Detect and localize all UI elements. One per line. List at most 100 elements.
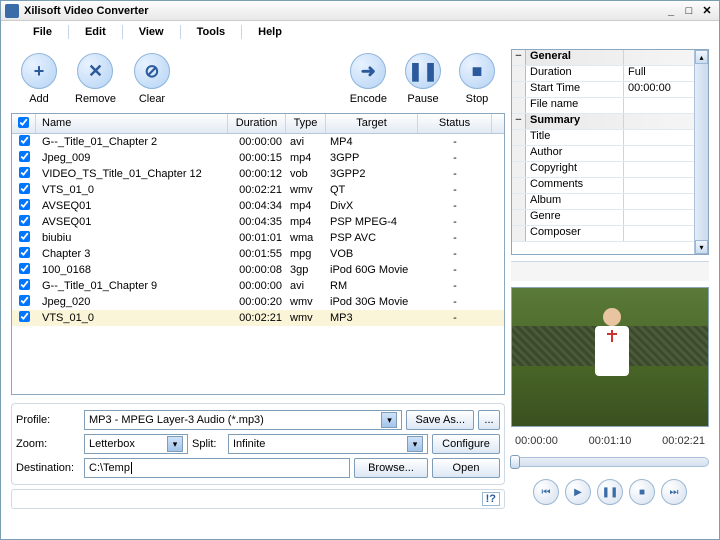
collapse-icon[interactable]: −	[512, 50, 526, 65]
table-row[interactable]: Jpeg_009 00:00:15 mp4 3GPP -	[12, 150, 504, 166]
open-button[interactable]: Open	[432, 458, 500, 478]
table-row[interactable]: G--_Title_01_Chapter 2 00:00:00 avi MP4 …	[12, 134, 504, 150]
cell-target: QT	[326, 183, 418, 197]
row-checkbox[interactable]	[19, 135, 30, 146]
table-row[interactable]: Jpeg_020 00:00:20 wmv iPod 30G Movie -	[12, 294, 504, 310]
menu-tools[interactable]: Tools	[185, 24, 238, 40]
close-button[interactable]: ✕	[699, 4, 715, 18]
table-row[interactable]: VTS_01_0 00:02:21 wmv QT -	[12, 182, 504, 198]
table-row[interactable]: VTS_01_0 00:02:21 wmv MP3 -	[12, 310, 504, 326]
clear-button[interactable]: ⊘Clear	[134, 53, 170, 105]
split-dropdown[interactable]: Infinite▾	[228, 434, 428, 454]
cell-target: RM	[326, 279, 418, 293]
help-button[interactable]: !?	[482, 492, 500, 506]
prop-label: Composer	[526, 226, 624, 241]
prop-value[interactable]	[624, 226, 694, 241]
col-duration[interactable]: Duration	[228, 114, 286, 133]
col-name[interactable]: Name	[36, 114, 228, 133]
slider-thumb[interactable]	[510, 455, 520, 469]
select-all-checkbox[interactable]	[12, 114, 36, 133]
cell-target: MP3	[326, 311, 418, 325]
profile-dropdown[interactable]: MP3 - MPEG Layer-3 Audio (*.mp3)▾	[84, 410, 402, 430]
next-button[interactable]: ⏭	[661, 479, 687, 505]
cell-type: avi	[286, 135, 326, 149]
cell-duration: 00:00:00	[228, 135, 286, 149]
menu-view[interactable]: View	[127, 24, 176, 40]
stop-button[interactable]: ■Stop	[459, 53, 495, 105]
table-row[interactable]: AVSEQ01 00:04:34 mp4 DivX -	[12, 198, 504, 214]
configure-button[interactable]: Configure	[432, 434, 500, 454]
prop-value[interactable]	[624, 146, 694, 161]
cell-target: iPod 60G Movie	[326, 263, 418, 277]
table-row[interactable]: Chapter 3 00:01:55 mpg VOB -	[12, 246, 504, 262]
zoom-dropdown[interactable]: Letterbox▾	[84, 434, 188, 454]
table-row[interactable]: biubiu 00:01:01 wma PSP AVC -	[12, 230, 504, 246]
col-target[interactable]: Target	[326, 114, 418, 133]
col-status[interactable]: Status	[418, 114, 492, 133]
prop-value[interactable]: Full	[624, 66, 694, 81]
row-checkbox[interactable]	[19, 247, 30, 258]
table-row[interactable]: VIDEO_TS_Title_01_Chapter 12 00:00:12 vo…	[12, 166, 504, 182]
seek-slider[interactable]	[511, 457, 709, 467]
row-checkbox[interactable]	[19, 311, 30, 322]
browse-button[interactable]: Browse...	[354, 458, 428, 478]
prop-value[interactable]	[624, 178, 694, 193]
cell-type: mp4	[286, 199, 326, 213]
pause-button[interactable]: ❚❚Pause	[405, 53, 441, 105]
prop-section-header: Summary	[526, 114, 624, 129]
col-type[interactable]: Type	[286, 114, 326, 133]
table-row[interactable]: G--_Title_01_Chapter 9 00:00:00 avi RM -	[12, 278, 504, 294]
row-checkbox[interactable]	[19, 183, 30, 194]
minimize-button[interactable]: _	[663, 4, 679, 18]
video-preview[interactable]	[511, 287, 709, 427]
stop-playback-button[interactable]: ■	[629, 479, 655, 505]
table-row[interactable]: 100_0168 00:00:08 3gp iPod 60G Movie -	[12, 262, 504, 278]
cell-target: 3GPP2	[326, 167, 418, 181]
row-checkbox[interactable]	[19, 279, 30, 290]
row-checkbox[interactable]	[19, 151, 30, 162]
encode-button[interactable]: ➜Encode	[350, 53, 387, 105]
row-checkbox[interactable]	[19, 199, 30, 210]
row-checkbox[interactable]	[19, 263, 30, 274]
cell-type: mp4	[286, 215, 326, 229]
time-mid: 00:01:10	[589, 435, 632, 447]
output-settings: Profile: MP3 - MPEG Layer-3 Audio (*.mp3…	[11, 403, 505, 485]
cell-duration: 00:01:01	[228, 231, 286, 245]
row-checkbox[interactable]	[19, 167, 30, 178]
chevron-down-icon: ▾	[407, 436, 423, 452]
x-icon: ✕	[88, 61, 103, 82]
cell-status: -	[418, 183, 492, 197]
properties-scrollbar[interactable]: ▴ ▾	[694, 50, 708, 254]
play-button[interactable]: ▶	[565, 479, 591, 505]
menu-help[interactable]: Help	[246, 24, 294, 40]
prev-button[interactable]: ⏮	[533, 479, 559, 505]
row-checkbox[interactable]	[19, 215, 30, 226]
saveas-button[interactable]: Save As...	[406, 410, 474, 430]
scroll-down-icon[interactable]: ▾	[695, 240, 708, 254]
remove-button[interactable]: ✕Remove	[75, 53, 116, 105]
destination-input[interactable]: C:\Temp	[84, 458, 350, 478]
add-button[interactable]: +Add	[21, 53, 57, 105]
properties-panel: −GeneralDurationFullStart Time00:00:00Fi…	[511, 49, 709, 255]
menu-edit[interactable]: Edit	[73, 24, 118, 40]
time-start: 00:00:00	[515, 435, 558, 447]
menu-file[interactable]: File	[21, 24, 64, 40]
prop-value[interactable]	[624, 162, 694, 177]
row-checkbox[interactable]	[19, 231, 30, 242]
row-checkbox[interactable]	[19, 295, 30, 306]
prop-value[interactable]: 00:00:00	[624, 82, 694, 97]
prop-value[interactable]	[624, 130, 694, 145]
plus-icon: +	[34, 61, 45, 82]
cell-type: avi	[286, 279, 326, 293]
prop-value[interactable]	[624, 210, 694, 225]
more-button[interactable]: ...	[478, 410, 500, 430]
table-row[interactable]: AVSEQ01 00:04:35 mp4 PSP MPEG-4 -	[12, 214, 504, 230]
prop-value[interactable]	[624, 194, 694, 209]
maximize-button[interactable]: □	[681, 4, 697, 18]
prop-value[interactable]	[624, 98, 694, 113]
collapse-icon[interactable]: −	[512, 114, 526, 129]
destination-label: Destination:	[16, 462, 80, 474]
pause-playback-button[interactable]: ❚❚	[597, 479, 623, 505]
scroll-up-icon[interactable]: ▴	[695, 50, 708, 64]
cell-type: 3gp	[286, 263, 326, 277]
